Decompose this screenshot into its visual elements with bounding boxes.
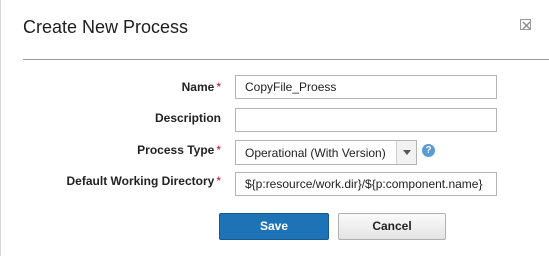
- save-button[interactable]: Save: [219, 213, 329, 240]
- process-type-label: Process Type *: [137, 143, 221, 157]
- header-divider: [23, 59, 549, 60]
- required-marker: *: [216, 174, 221, 188]
- cancel-button[interactable]: Cancel: [338, 213, 446, 240]
- working-dir-label: Default Working Directory *: [66, 174, 221, 188]
- description-input[interactable]: [235, 108, 497, 132]
- dialog-title: Create New Process: [23, 17, 189, 37]
- required-marker: *: [216, 80, 221, 94]
- create-process-dialog: Create New Process Name * CopyFile_Proess…: [0, 0, 549, 256]
- dropdown-arrow-icon[interactable]: [396, 141, 416, 164]
- process-type-select[interactable]: Operational (With Version): [235, 140, 417, 165]
- name-label: Name *: [181, 80, 221, 94]
- process-type-value: Operational (With Version): [245, 146, 386, 160]
- description-label: Description: [154, 111, 221, 125]
- name-input[interactable]: CopyFile_Proess: [235, 75, 497, 99]
- working-dir-input[interactable]: ${p:resource/work.dir}/${p:component.nam…: [235, 172, 497, 196]
- help-icon[interactable]: ?: [422, 144, 435, 157]
- close-icon[interactable]: [520, 19, 531, 30]
- required-marker: *: [216, 143, 221, 157]
